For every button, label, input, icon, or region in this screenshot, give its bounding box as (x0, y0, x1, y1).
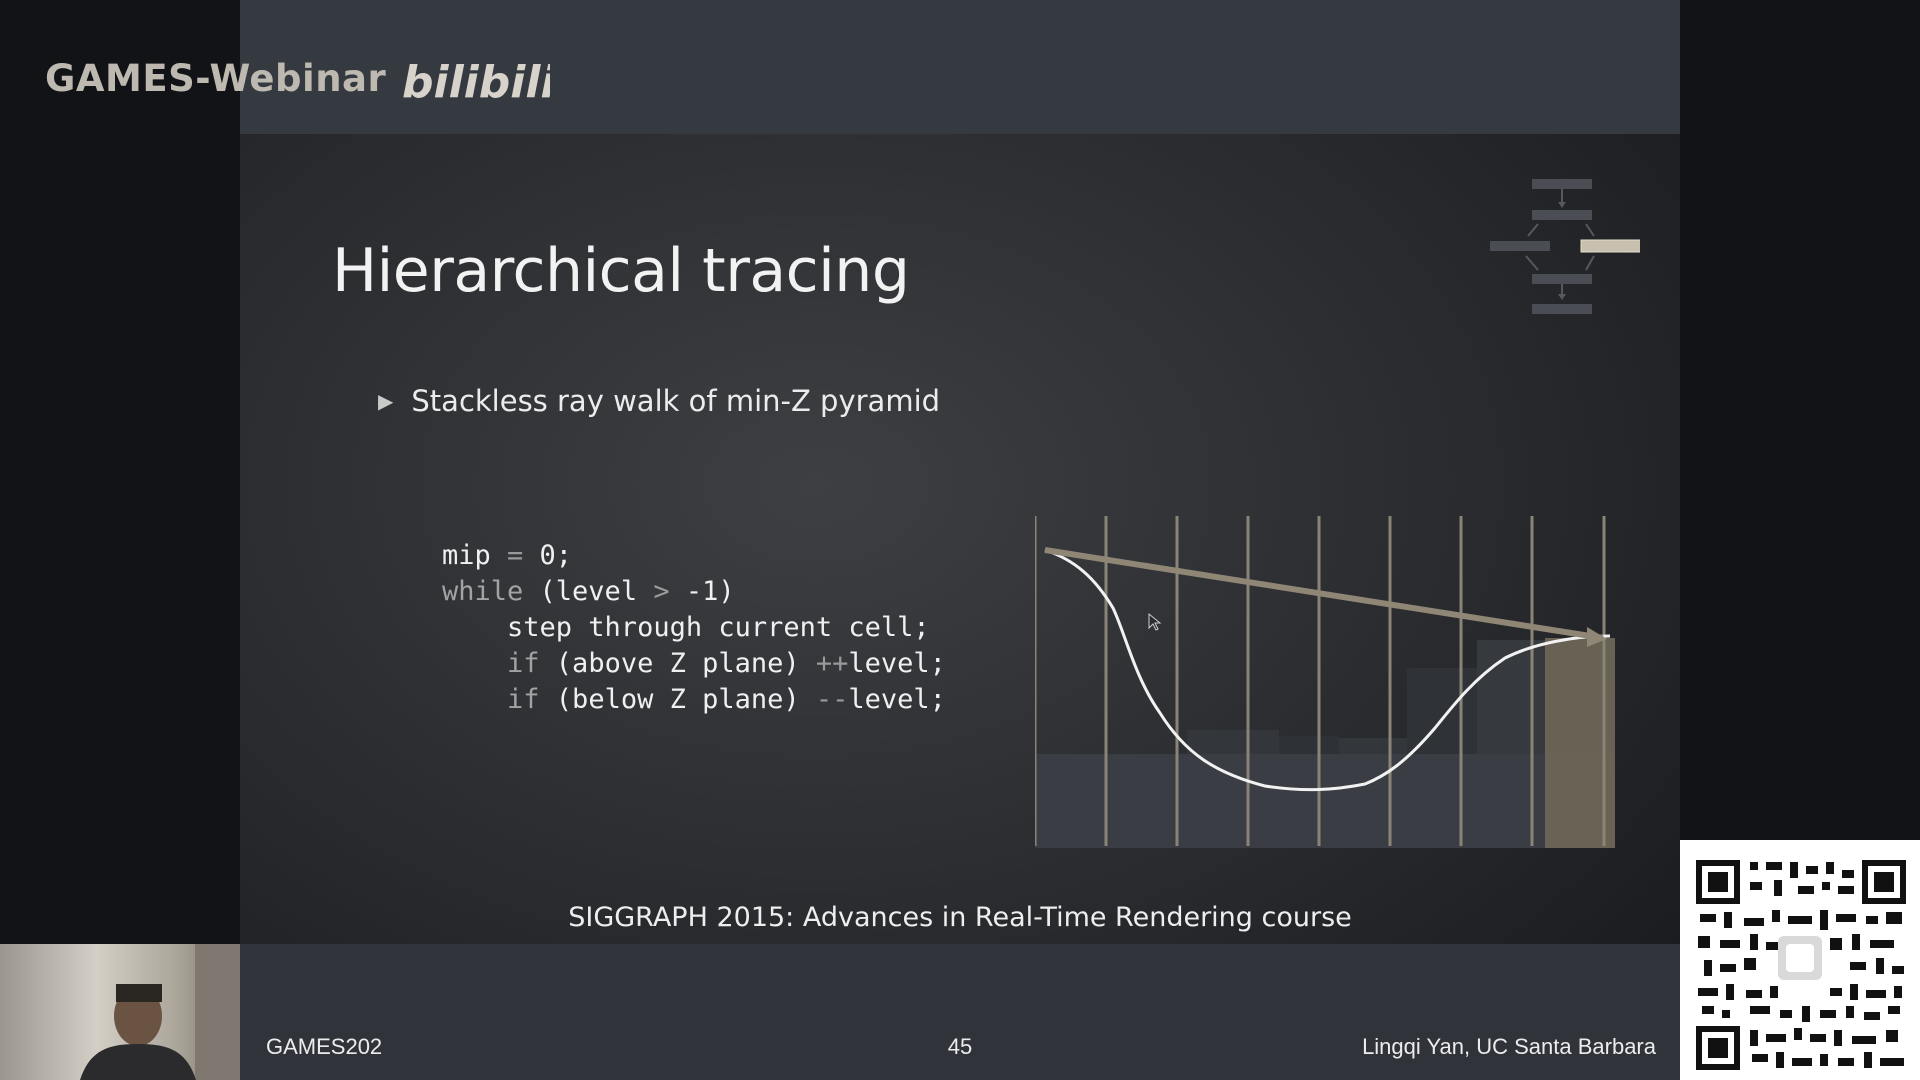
code-token: (below Z plane) (539, 684, 816, 715)
code-line-3: step through current cell; (442, 610, 946, 646)
watermark-text: GAMES-Webinar (45, 56, 387, 100)
svg-text:bilibili: bilibili (402, 57, 550, 108)
play-triangle-icon: ▶ (378, 389, 394, 413)
hierarchical-trace-diagram (1035, 516, 1615, 848)
bullet-text: Stackless ray walk of min-Z pyramid (411, 384, 941, 418)
code-token: step through current cell; (442, 612, 930, 643)
footer-author: Lingqi Yan, UC Santa Barbara (1362, 1034, 1656, 1059)
depth-cell (1477, 640, 1547, 754)
code-token: (above Z plane) (539, 648, 816, 679)
slide-title: Hierarchical tracing (332, 236, 910, 307)
depth-cell (1187, 730, 1279, 754)
depth-cell (1339, 738, 1407, 754)
slide: Hierarchical tracing ▶ Stackless ray wal… (240, 0, 1680, 1080)
code-token: level; (848, 684, 946, 715)
code-block: mip = 0; while (level > -1) step through … (442, 538, 946, 718)
bilibili-logo: bilibili (402, 57, 550, 108)
qr-code-icon (1680, 840, 1920, 1080)
depth-cell (1279, 736, 1339, 754)
ray-line (1044, 547, 1604, 641)
depth-cell (1407, 668, 1477, 754)
watermark: GAMES-Webinar bilibili (45, 48, 550, 109)
depth-floor (1035, 754, 1615, 848)
code-keyword: while (442, 576, 524, 607)
code-keyword: if (507, 684, 540, 715)
code-token: mip (442, 540, 508, 571)
code-token: level; (848, 648, 946, 679)
code-line-2: while (level > -1) (442, 574, 946, 610)
code-line-4: if (above Z plane) ++level; (442, 646, 946, 682)
code-keyword: if (507, 648, 540, 679)
citation: SIGGRAPH 2015: Advances in Real-Time Ren… (568, 902, 1352, 933)
code-token: -1) (669, 576, 735, 607)
code-token: (level (523, 576, 654, 607)
code-token: 0; (523, 540, 573, 571)
code-operator: > (653, 576, 670, 607)
webcam-feed (0, 944, 240, 1080)
flowchart-icon (1490, 179, 1640, 314)
bullet-item: ▶ Stackless ray walk of min-Z pyramid (378, 384, 940, 418)
cursor-icon (1148, 612, 1162, 631)
code-line-1: mip = 0; (442, 538, 946, 574)
code-operator: ++ (815, 648, 849, 679)
code-operator: = (507, 540, 524, 571)
code-line-5: if (below Z plane) --level; (442, 682, 946, 718)
code-operator: -- (815, 684, 849, 715)
